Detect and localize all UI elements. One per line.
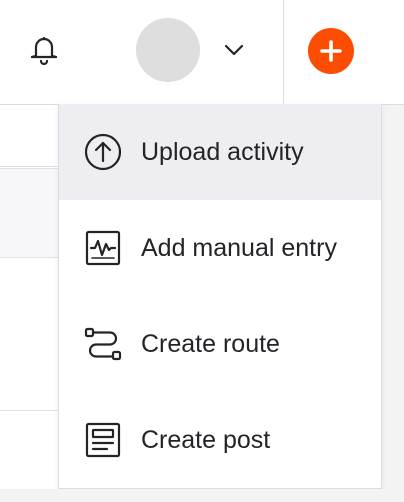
manual-entry-icon xyxy=(83,228,123,268)
menu-item-create-route[interactable]: Create route xyxy=(59,296,381,392)
menu-item-label: Create post xyxy=(141,426,271,454)
menu-item-label: Add manual entry xyxy=(141,234,337,262)
background-content xyxy=(0,489,404,502)
plus-icon xyxy=(320,40,342,62)
route-icon xyxy=(83,324,123,364)
bell-icon xyxy=(30,36,58,66)
background-row xyxy=(0,168,60,258)
menu-item-label: Create route xyxy=(141,330,280,358)
menu-item-upload-activity[interactable]: Upload activity xyxy=(59,104,381,200)
top-header xyxy=(0,0,404,105)
add-button[interactable] xyxy=(308,28,354,74)
menu-item-create-post[interactable]: Create post xyxy=(59,392,381,488)
chevron-down-icon xyxy=(224,44,244,56)
avatar[interactable] xyxy=(136,18,200,82)
menu-item-label: Upload activity xyxy=(141,138,304,166)
divider xyxy=(0,166,60,167)
notifications-button[interactable] xyxy=(22,28,66,72)
divider xyxy=(0,410,60,411)
upload-icon xyxy=(83,132,123,172)
divider xyxy=(283,0,284,104)
page: Upload activity Add manual entry Create … xyxy=(0,0,404,502)
post-icon xyxy=(83,420,123,460)
create-menu: Upload activity Add manual entry Create … xyxy=(58,104,382,489)
menu-item-add-manual-entry[interactable]: Add manual entry xyxy=(59,200,381,296)
profile-menu-toggle[interactable] xyxy=(220,38,248,62)
background-content xyxy=(0,105,60,502)
